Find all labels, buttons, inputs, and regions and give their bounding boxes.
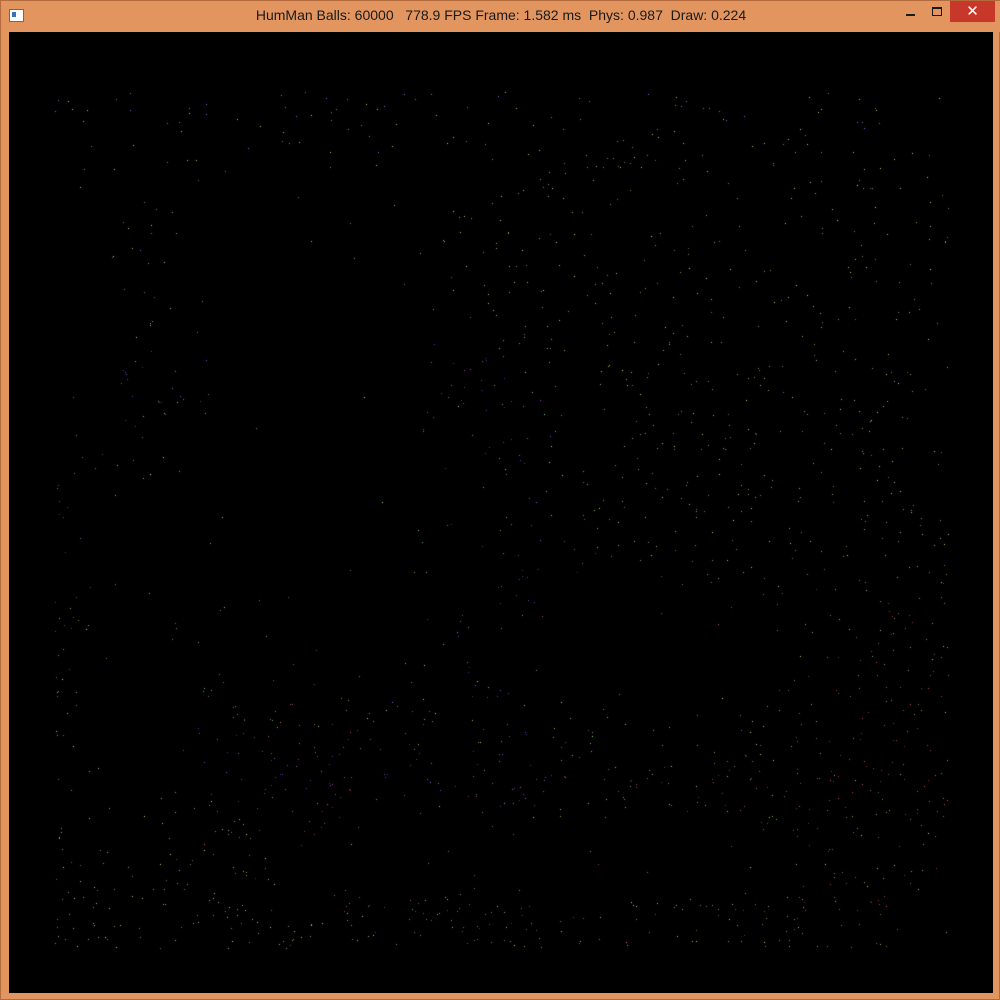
close-icon: ✕ [966, 2, 979, 20]
minimize-icon [905, 13, 915, 16]
maximize-button[interactable] [924, 1, 950, 22]
minimize-button[interactable] [896, 1, 924, 22]
particle-canvas[interactable] [9, 32, 993, 993]
simulation-viewport[interactable] [9, 32, 993, 993]
maximize-icon [932, 7, 942, 16]
app-window: HumMan Balls: 60000 778.9 FPS Frame: 1.5… [0, 0, 1000, 1000]
window-title: HumMan Balls: 60000 778.9 FPS Frame: 1.5… [255, 7, 747, 23]
close-button[interactable]: ✕ [950, 1, 995, 22]
title-bar[interactable]: HumMan Balls: 60000 778.9 FPS Frame: 1.5… [1, 1, 1000, 32]
